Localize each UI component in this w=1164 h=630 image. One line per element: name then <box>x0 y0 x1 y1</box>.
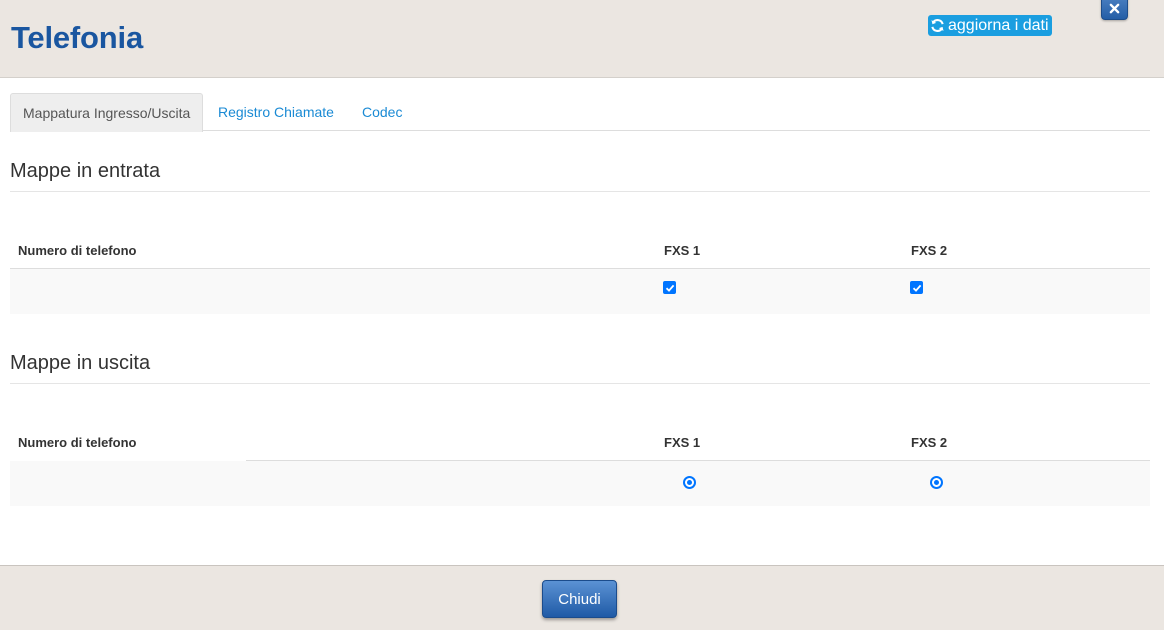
tab-bar: Mappatura Ingresso/Uscita Registro Chiam… <box>10 93 1150 132</box>
dialog-footer: Chiudi <box>0 565 1164 630</box>
checkmark-icon <box>665 284 674 292</box>
dialog-header: Telefonia aggiorna i dati <box>0 0 1164 78</box>
tab-mappatura-ingresso-uscita[interactable]: Mappatura Ingresso/Uscita <box>10 93 204 132</box>
tab-registro-chiamate[interactable]: Registro Chiamate <box>206 93 346 131</box>
incoming-col-fxs1: FXS 1 <box>664 243 701 258</box>
outgoing-col-fxs2: FXS 2 <box>911 435 948 450</box>
checkmark-icon <box>912 284 921 292</box>
outgoing-section-divider <box>10 383 1150 384</box>
incoming-col-phone: Numero di telefono <box>18 243 137 258</box>
outgoing-col-fxs1: FXS 1 <box>664 435 701 450</box>
close-icon <box>1109 3 1120 13</box>
table-row <box>10 461 1150 506</box>
outgoing-fxs2-radio[interactable] <box>930 476 943 489</box>
table-row <box>10 269 1150 314</box>
close-dialog-button[interactable] <box>1101 0 1128 20</box>
outgoing-section-title: Mappe in uscita <box>10 352 151 374</box>
tab-codec[interactable]: Codec <box>350 93 414 131</box>
outgoing-col-phone: Numero di telefono <box>18 435 137 450</box>
close-button[interactable]: Chiudi <box>542 580 617 618</box>
refresh-data-label: aggiorna i dati <box>948 16 1049 34</box>
incoming-section-title: Mappe in entrata <box>10 160 161 182</box>
refresh-icon <box>931 19 944 32</box>
refresh-data-button[interactable]: aggiorna i dati <box>928 15 1052 36</box>
incoming-section-divider <box>10 191 1150 192</box>
dialog-title: Telefonia <box>11 20 143 55</box>
incoming-fxs1-checkbox[interactable] <box>663 281 676 294</box>
outgoing-fxs1-radio[interactable] <box>683 476 696 489</box>
incoming-col-fxs2: FXS 2 <box>911 243 948 258</box>
incoming-fxs2-checkbox[interactable] <box>910 281 923 294</box>
